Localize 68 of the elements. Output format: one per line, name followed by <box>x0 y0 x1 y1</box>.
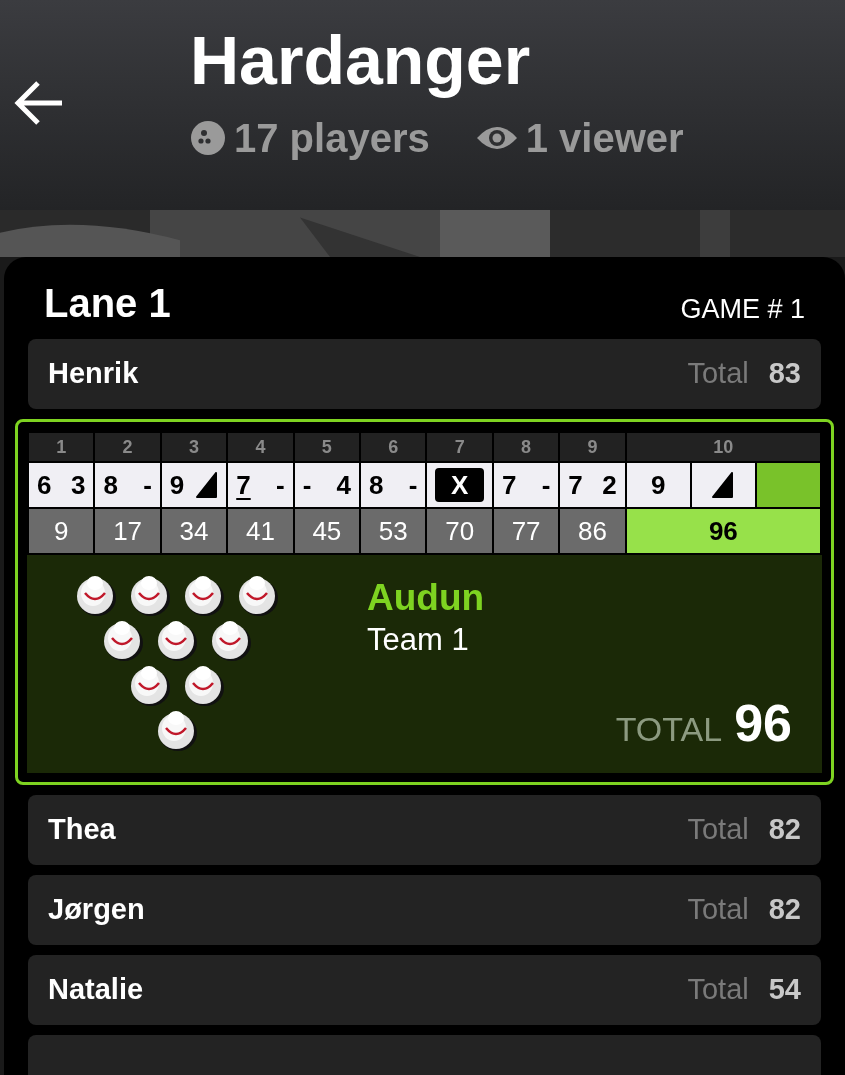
total-label: Total <box>687 356 749 392</box>
game-number: GAME # 1 <box>680 296 805 323</box>
frame-number: 3 <box>161 433 227 461</box>
frame-number: 1 <box>29 433 94 461</box>
player-row[interactable]: Henrik Total 83 <box>28 339 821 409</box>
throw-mark: 7 <box>501 472 517 498</box>
player-total: 96 <box>734 697 792 749</box>
frame-number: 8 <box>493 433 559 461</box>
player-name: Thea <box>48 812 116 848</box>
frame-number: 5 <box>294 433 360 461</box>
player-row[interactable]: Natalie Total 54 <box>28 955 821 1025</box>
player-total: 82 <box>768 892 801 928</box>
frame-number: 2 <box>95 433 160 461</box>
throw-mark: - <box>541 472 551 498</box>
throw-mark: 8 <box>103 472 118 498</box>
frame-score: 45 <box>294 509 360 553</box>
pending-throw-cell <box>756 463 820 507</box>
frame-number: 7 <box>427 433 492 461</box>
player-row[interactable]: Thea Total 82 <box>28 795 821 865</box>
spare-mark-icon <box>196 472 219 498</box>
throw-mark: 2 <box>602 472 617 498</box>
throw-mark: - <box>143 472 152 498</box>
throw-mark: - <box>302 472 312 498</box>
player-total: 82 <box>768 812 801 848</box>
players-count: 17 players <box>234 115 430 162</box>
frame-number: 6 <box>361 433 426 461</box>
throw-mark: - <box>408 472 418 498</box>
player-row[interactable]: Jørgen Total 82 <box>28 875 821 945</box>
throw-mark: - <box>276 472 285 498</box>
frame-score: 9 <box>29 509 94 553</box>
frame-score: 70 <box>427 509 492 553</box>
eye-icon <box>475 124 518 152</box>
player-total: 83 <box>768 356 801 392</box>
bowling-ball-icon <box>190 120 226 156</box>
frame-number: 9 <box>560 433 625 461</box>
viewers-count: 1 viewer <box>525 115 684 162</box>
back-arrow-icon[interactable] <box>14 80 64 126</box>
throw-mark: 6 <box>37 472 52 498</box>
total-label: TOTAL <box>615 709 723 750</box>
lane-title: Lane 1 <box>44 283 171 323</box>
team-name: Team 1 <box>367 621 470 660</box>
player-name: Natalie <box>48 972 144 1008</box>
player-total: 54 <box>768 972 801 1008</box>
frame-score: 77 <box>493 509 559 553</box>
throw-mark: 7 <box>568 472 583 498</box>
throw-mark: 4 <box>336 472 352 498</box>
total-label: Total <box>687 812 749 848</box>
player-name: Henrik <box>48 356 139 392</box>
throw-mark: 9 <box>651 472 666 498</box>
total-label: Total <box>687 892 749 928</box>
frame-score: 53 <box>361 509 426 553</box>
player-name: Jørgen <box>48 892 145 928</box>
frame-score: 34 <box>161 509 227 553</box>
total-label: Total <box>687 972 749 1008</box>
frame-score: 96 <box>626 509 820 553</box>
player-name: Audun <box>367 576 485 620</box>
throw-mark: 3 <box>70 472 86 498</box>
frame-number: 4 <box>228 433 293 461</box>
throw-mark: 7 <box>236 472 251 498</box>
frame-score: 17 <box>95 509 160 553</box>
player-panel[interactable]: 1 2 3 4 5 6 7 8 9 10 6 3 8 - 9 7 - - 4 8 - X 7 - 7 2 9 9 17 34 41 45 53 70 77 86 96 Audun Team 1 TOTAL 96 <box>15 419 834 785</box>
frame-score: 41 <box>228 509 293 553</box>
spare-mark-icon <box>712 472 735 498</box>
frame-number: 10 <box>626 433 820 461</box>
throw-mark: 8 <box>369 472 384 498</box>
throw-mark: 9 <box>169 472 185 498</box>
frame-score: 86 <box>560 509 625 553</box>
strike-mark: X <box>435 468 485 502</box>
